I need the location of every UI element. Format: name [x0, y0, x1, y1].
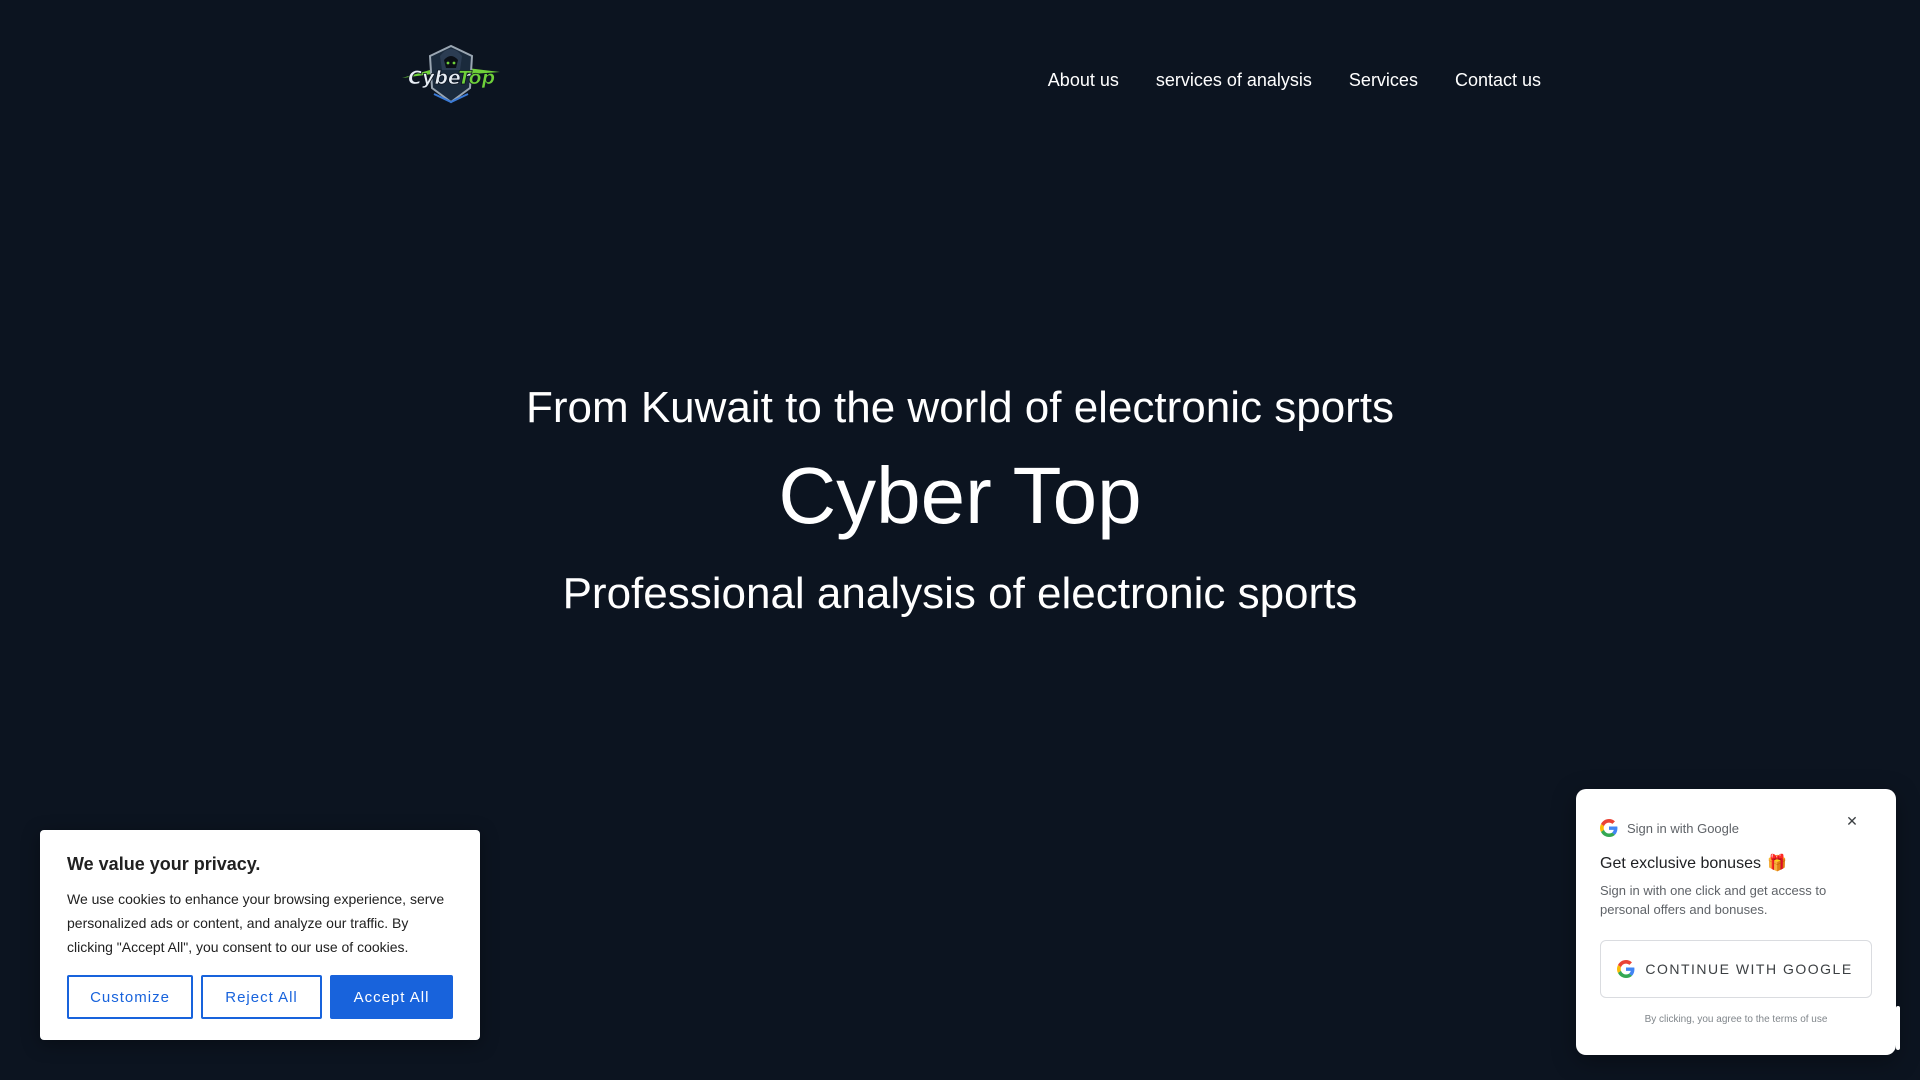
- google-popup-header: Sign in with Google: [1600, 819, 1872, 837]
- nav-link-services[interactable]: Services: [1349, 66, 1418, 94]
- customize-button[interactable]: Customize: [67, 975, 193, 1019]
- scroll-to-top-edge[interactable]: [1896, 1006, 1900, 1050]
- nav-link-services-of-analysis[interactable]: services of analysis: [1156, 66, 1312, 94]
- terms-notice: By clicking, you agree to the terms of u…: [1644, 1014, 1828, 1025]
- hero-tagline: From Kuwait to the world of electronic s…: [525, 383, 1395, 432]
- google-logo-icon: [1617, 960, 1635, 978]
- bonus-row: Get exclusive bonuses 🎁: [1600, 853, 1872, 875]
- close-icon[interactable]: ✕: [1842, 811, 1862, 831]
- continue-with-google-button[interactable]: CONTINUE WITH GOOGLE: [1600, 940, 1872, 998]
- main-nav: About us services of analysis Services C…: [1048, 66, 1541, 94]
- cookie-banner-title: We value your privacy.: [67, 854, 261, 874]
- reject-all-button[interactable]: Reject All: [201, 975, 322, 1019]
- cyber-top-logo-image: Cyber Top: [402, 44, 500, 104]
- cookie-banner-text: We use cookies to enhance your browsing …: [67, 891, 445, 955]
- google-popup-header-text: Sign in with Google: [1627, 820, 1740, 836]
- page: Cyber Top About us services of analysis …: [0, 0, 1920, 1080]
- bonus-description: Sign in with one click and get access to…: [1600, 883, 1827, 917]
- hero-subtitle: Professional analysis of electronic spor…: [562, 569, 1358, 618]
- gift-icon: 🎁: [1766, 855, 1787, 872]
- nav-link-contact-us[interactable]: Contact us: [1455, 66, 1541, 94]
- continue-with-google-label: CONTINUE WITH GOOGLE: [1645, 960, 1853, 977]
- site-header: Cyber Top About us services of analysis …: [0, 0, 1920, 160]
- bonus-title: Get exclusive bonuses: [1600, 855, 1761, 872]
- site-logo[interactable]: Cyber Top: [392, 38, 510, 108]
- hero-title: Cyber Top: [778, 451, 1142, 540]
- cookie-consent-banner: We value your privacy. We use cookies to…: [40, 830, 480, 1040]
- svg-text:Top: Top: [458, 67, 495, 89]
- google-logo-icon: [1600, 819, 1618, 837]
- hero-section: From Kuwait to the world of electronic s…: [0, 380, 1920, 622]
- accept-all-button[interactable]: Accept All: [330, 975, 453, 1019]
- cookie-buttons: Customize Reject All Accept All: [67, 975, 453, 1019]
- nav-link-about-us[interactable]: About us: [1048, 66, 1119, 94]
- google-signin-popup: Sign in with Google ✕ Get exclusive bonu…: [1576, 789, 1896, 1055]
